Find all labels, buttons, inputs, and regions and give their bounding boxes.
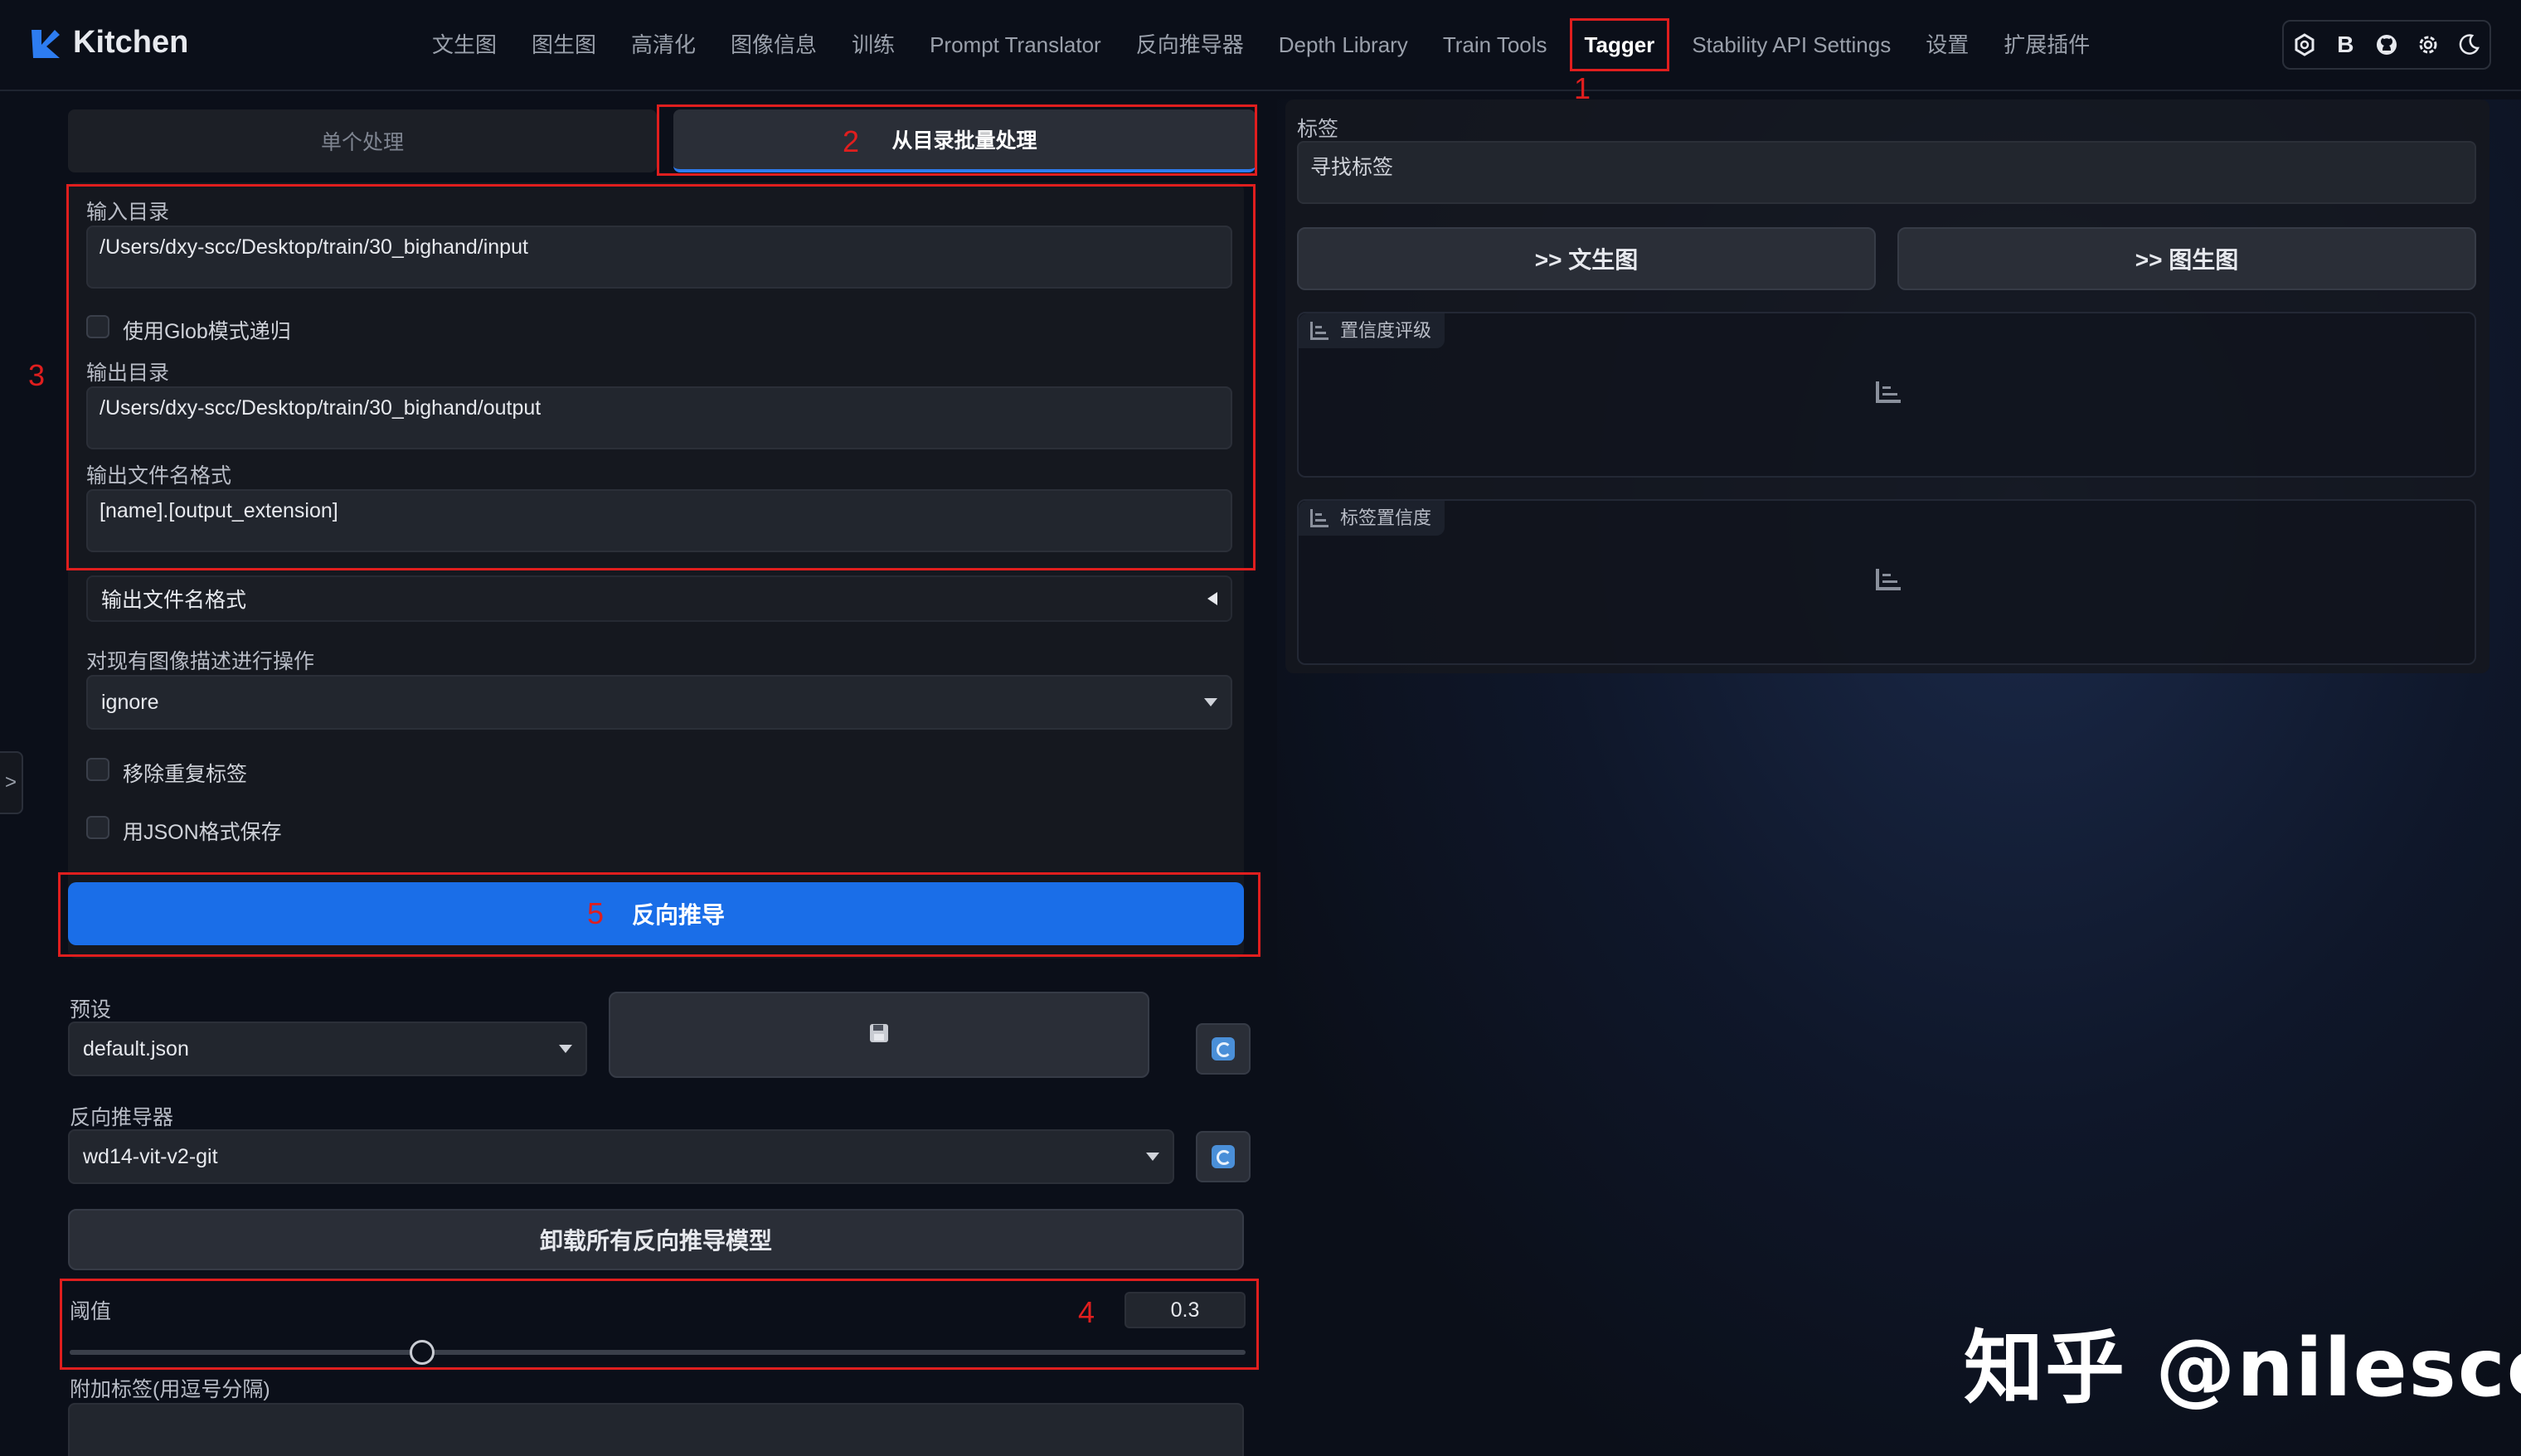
nav-item-train-tools[interactable]: Train Tools: [1426, 18, 1565, 71]
bar-chart-icon: [1310, 322, 1333, 343]
filename-format-accordion[interactable]: 输出文件名格式: [86, 575, 1232, 622]
tag-confidence-label: 标签置信度: [1299, 501, 1445, 536]
save-preset-button[interactable]: [609, 992, 1149, 1078]
remove-duplicate-tags-label: 移除重复标签: [123, 763, 248, 786]
annotation-5: 5: [586, 896, 604, 930]
accordion-label: 输出文件名格式: [101, 589, 247, 612]
chevron-down-icon: [559, 1045, 572, 1053]
nav-item-train[interactable]: 训练: [834, 18, 912, 71]
filename-format-field[interactable]: [name].[output_extension]: [86, 489, 1232, 552]
remove-duplicate-tags-checkbox[interactable]: [86, 758, 109, 781]
nav-item-interrogator[interactable]: 反向推导器: [1119, 18, 1261, 71]
refresh-preset-button[interactable]: [1196, 1023, 1251, 1075]
interrogate-button-label: 反向推导: [632, 902, 726, 928]
chevron-down-icon: [1146, 1153, 1159, 1161]
preset-label: 预设: [70, 998, 112, 1022]
rating-confidence-label: 置信度评级: [1299, 313, 1445, 348]
annotation-1: 1: [1574, 71, 1591, 105]
tag-confidence-plot: 标签置信度: [1297, 499, 2476, 665]
glob-recursive-label: 使用Glob模式递归: [123, 320, 291, 343]
interrogate-button[interactable]: 5 反向推导: [68, 882, 1244, 945]
nav-item-settings[interactable]: 设置: [1908, 18, 1986, 71]
zhihu-watermark: 知乎 @nilescc: [1964, 1322, 2521, 1415]
additional-tags-field[interactable]: [68, 1403, 1244, 1456]
nav-item-prompt-translator[interactable]: Prompt Translator: [912, 18, 1119, 71]
threshold-label: 阈值: [70, 1300, 112, 1323]
github-icon[interactable]: [2368, 27, 2405, 63]
nav-item-depth-library[interactable]: Depth Library: [1261, 18, 1426, 71]
kitchen-logo-icon: [30, 27, 61, 60]
send-to-txt2img-button[interactable]: >> 文生图: [1297, 227, 1876, 290]
bold-b-icon[interactable]: B: [2327, 27, 2363, 63]
rating-confidence-plot: 置信度评级: [1297, 312, 2476, 478]
threshold-number-input[interactable]: 0.3: [1124, 1292, 1246, 1328]
tags-output-field[interactable]: 寻找标签: [1297, 141, 2476, 204]
nav-item-png-info[interactable]: 图像信息: [713, 18, 834, 71]
interrogator-value: wd14-vit-v2-git: [83, 1144, 218, 1168]
nav-item-img2img[interactable]: 图生图: [514, 18, 614, 71]
collapse-arrow-icon: [1207, 592, 1217, 605]
bar-chart-icon: [1310, 509, 1333, 531]
floppy-disk-icon: [868, 1022, 890, 1048]
empty-plot-icon: [1876, 569, 1901, 590]
save-as-json-label: 用JSON格式保存: [123, 821, 282, 844]
preset-value: default.json: [83, 1036, 189, 1060]
tagger-left-panel: 单个处理 从目录批量处理 输入目录 /Users/dxy-scc/Desktop…: [58, 99, 1256, 1456]
app-logo[interactable]: Kitchen: [30, 25, 188, 61]
empty-plot-icon: [1876, 381, 1901, 403]
threshold-slider[interactable]: [70, 1340, 1246, 1365]
existing-caption-action-value: ignore: [101, 690, 159, 714]
existing-caption-action-label: 对现有图像描述进行操作: [86, 650, 315, 673]
send-to-img2img-button[interactable]: >> 图生图: [1897, 227, 2476, 290]
refresh-icon: [1212, 1037, 1235, 1060]
mode-tabs: 单个处理 从目录批量处理: [68, 109, 1256, 179]
preset-select[interactable]: default.json: [68, 1022, 587, 1076]
app-title: Kitchen: [73, 25, 189, 60]
toolbar-icon-group: B: [2282, 20, 2491, 70]
tagger-output-panel: 标签 寻找标签 >> 文生图 >> 图生图 置信度评级 标签置信度: [1285, 99, 2489, 673]
additional-tags-label: 附加标签(用逗号分隔): [70, 1378, 270, 1401]
interrogator-label: 反向推导器: [70, 1106, 174, 1129]
rating-confidence-text: 置信度评级: [1340, 320, 1432, 341]
sidebar-toggle[interactable]: >: [0, 751, 23, 814]
tab-batch-from-directory[interactable]: 从目录批量处理: [673, 109, 1256, 172]
threshold-slider-fill: [70, 1350, 423, 1355]
tags-label: 标签: [1297, 118, 1339, 141]
openai-icon[interactable]: [2286, 27, 2323, 63]
top-header: Kitchen 文生图 图生图 高清化 图像信息 训练 Prompt Trans…: [0, 0, 2521, 91]
annotation-2: 2: [843, 124, 860, 158]
nav-item-extras[interactable]: 高清化: [614, 18, 713, 71]
interrogator-select[interactable]: wd14-vit-v2-git: [68, 1129, 1174, 1184]
unload-models-button[interactable]: 卸载所有反向推导模型: [68, 1209, 1244, 1270]
batch-form: 输入目录 /Users/dxy-scc/Desktop/train/30_big…: [68, 182, 1244, 959]
save-as-json-checkbox[interactable]: [86, 816, 109, 839]
refresh-icon: [1212, 1145, 1235, 1168]
tab-single-process[interactable]: 单个处理: [68, 109, 657, 172]
settings-gear-icon[interactable]: [2410, 27, 2446, 63]
tag-confidence-text: 标签置信度: [1340, 507, 1432, 528]
nav-item-tagger[interactable]: Tagger: [1569, 18, 1670, 71]
chevron-down-icon: [1204, 698, 1217, 706]
input-dir-label: 输入目录: [86, 201, 170, 224]
output-dir-label: 输出目录: [86, 362, 170, 385]
dark-mode-moon-icon[interactable]: [2451, 27, 2487, 63]
annotation-4: 4: [1078, 1295, 1095, 1329]
input-dir-field[interactable]: /Users/dxy-scc/Desktop/train/30_bighand/…: [86, 226, 1232, 289]
glob-recursive-checkbox[interactable]: [86, 315, 109, 338]
refresh-interrogator-button[interactable]: [1196, 1131, 1251, 1182]
threshold-slider-thumb[interactable]: [410, 1340, 435, 1365]
nav-item-txt2img[interactable]: 文生图: [415, 18, 514, 71]
annotation-3: 3: [28, 358, 46, 392]
nav-item-extensions[interactable]: 扩展插件: [1986, 18, 2107, 71]
main-nav: 文生图 图生图 高清化 图像信息 训练 Prompt Translator 反向…: [415, 18, 2107, 71]
output-dir-field[interactable]: /Users/dxy-scc/Desktop/train/30_bighand/…: [86, 386, 1232, 449]
existing-caption-action-select[interactable]: ignore: [86, 675, 1232, 730]
filename-format-label: 输出文件名格式: [86, 464, 232, 488]
nav-item-stability-api[interactable]: Stability API Settings: [1674, 18, 1908, 71]
